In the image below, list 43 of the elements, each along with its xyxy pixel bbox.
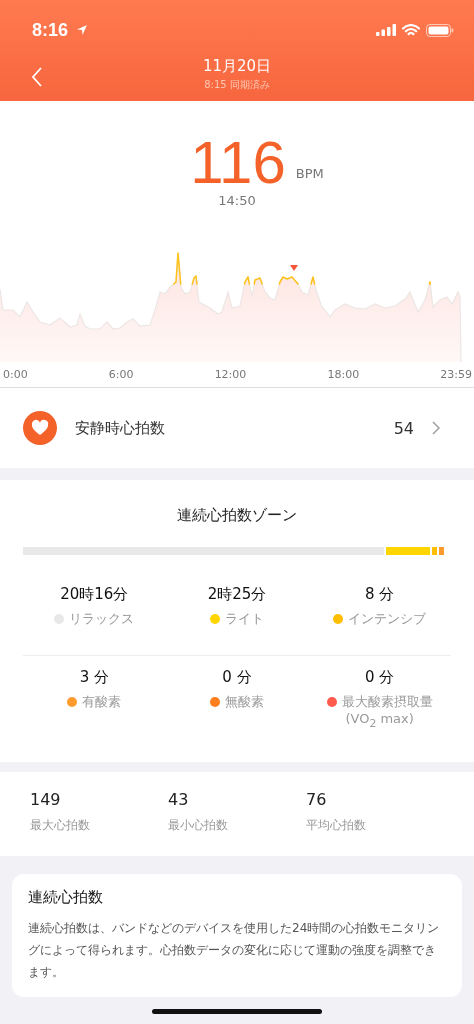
chevron-icon bbox=[432, 421, 440, 435]
info-title: 連続心拍数 bbox=[28, 887, 104, 907]
measure-time: 14:50 bbox=[218, 193, 256, 208]
resting-label: 安静時心拍数 bbox=[75, 418, 166, 438]
wifi-icon bbox=[402, 23, 420, 37]
info-text: 連続心拍数は、バンドなどのデバイスを使用した24時間の心拍数モニタリングによって得られます。心拍数データの変化に応じて運動の強度を調整できます。 bbox=[28, 919, 441, 981]
zones-title: 連続心拍数ゾーン bbox=[176, 506, 298, 525]
zone-label: インテンシブ bbox=[348, 610, 427, 628]
resting-heart-rate-row[interactable]: 安静時心拍数 54 bbox=[0, 388, 474, 468]
zone-label: リラックス bbox=[69, 610, 135, 628]
zone-label: 有酸素 bbox=[82, 693, 122, 711]
stat-label: 平均心拍数 bbox=[306, 816, 367, 834]
zone-duration: 2時25分 bbox=[207, 585, 267, 604]
zone-duration: 20時16分 bbox=[60, 585, 129, 604]
nav-title: 11月20日 bbox=[202, 57, 272, 76]
zone-label: 無酸素 bbox=[225, 693, 264, 711]
axis-label: 6:00 bbox=[108, 368, 134, 381]
zone-duration: 3 分 bbox=[79, 668, 109, 687]
axis-label: 12:00 bbox=[214, 368, 247, 381]
back-icon[interactable] bbox=[31, 66, 43, 88]
axis-label: 0:00 bbox=[3, 368, 28, 381]
stat-value: 76 bbox=[306, 789, 328, 809]
zone-duration: 8 分 bbox=[365, 585, 395, 604]
signal-icon bbox=[376, 24, 396, 36]
zone-note: (VO$_{2}$ max) bbox=[345, 711, 414, 730]
zone-duration: 0 分 bbox=[365, 668, 395, 687]
resting-value: 54 bbox=[393, 418, 414, 438]
status-time: 8:16 bbox=[32, 19, 69, 41]
stat-value: 43 bbox=[168, 789, 190, 809]
battery-icon bbox=[426, 23, 454, 37]
axis-label: 23:59 bbox=[440, 368, 472, 381]
zone-duration: 0 分 bbox=[222, 668, 252, 687]
sync-status: 8:15 同期済み bbox=[204, 78, 270, 92]
zone-label: ライト bbox=[225, 610, 264, 628]
axis-label: 18:00 bbox=[327, 368, 360, 381]
location-arrow-icon bbox=[76, 24, 89, 36]
heart-rate-value: 116 bbox=[190, 131, 286, 195]
unit-label: BPM bbox=[295, 166, 324, 181]
stat-label: 最大心拍数 bbox=[30, 816, 91, 834]
stat-label: 最小心拍数 bbox=[168, 816, 229, 834]
stat-value: 149 bbox=[30, 789, 62, 809]
zone-label: 最大酸素摂取量 bbox=[341, 693, 433, 711]
marker-icon bbox=[290, 265, 298, 271]
